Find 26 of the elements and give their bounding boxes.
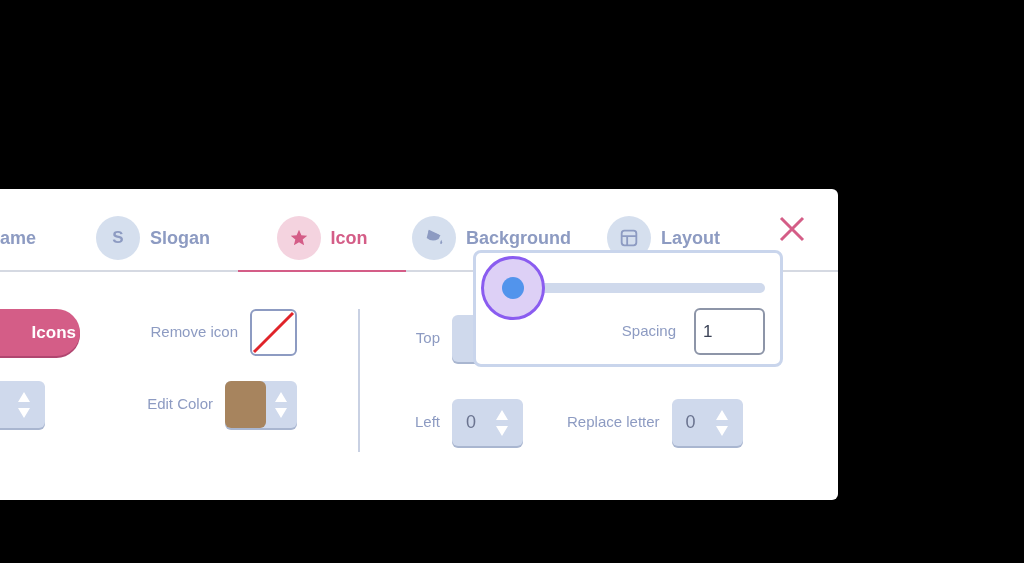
tab-label: Slogan	[150, 226, 211, 250]
field-label: Left	[415, 412, 441, 433]
tab-label: Layout	[661, 226, 721, 250]
tab[interactable]: S Slogan	[96, 206, 211, 272]
field-label: Top	[415, 328, 441, 349]
color-swatch[interactable]	[225, 381, 266, 428]
letter-icon: S	[96, 216, 141, 260]
remove-icon-label: Remove icon	[150, 322, 238, 343]
tab[interactable]: Icon	[238, 206, 407, 272]
close-icon[interactable]	[779, 216, 806, 242]
color-picker[interactable]	[225, 381, 297, 428]
edit-color-label: Edit Color	[147, 394, 213, 415]
number-stepper[interactable]: 0	[671, 399, 743, 446]
paint-bucket-icon	[412, 216, 457, 260]
tab-label: Background	[466, 226, 572, 250]
spacing-label: Spacing	[621, 321, 676, 342]
number-stepper[interactable]	[0, 381, 45, 428]
number-stepper[interactable]: 0	[452, 399, 524, 446]
slider-thumb[interactable]	[481, 256, 545, 320]
field-label: Replace letter	[567, 412, 660, 433]
tab[interactable]: ame	[0, 206, 37, 272]
spacing-input[interactable]: 1	[694, 308, 765, 355]
tab-label: Icon	[330, 226, 368, 250]
no-icon-slash-icon	[252, 311, 295, 354]
remove-icon-button[interactable]	[250, 309, 297, 356]
icons-button[interactable]: Icons	[0, 309, 80, 356]
